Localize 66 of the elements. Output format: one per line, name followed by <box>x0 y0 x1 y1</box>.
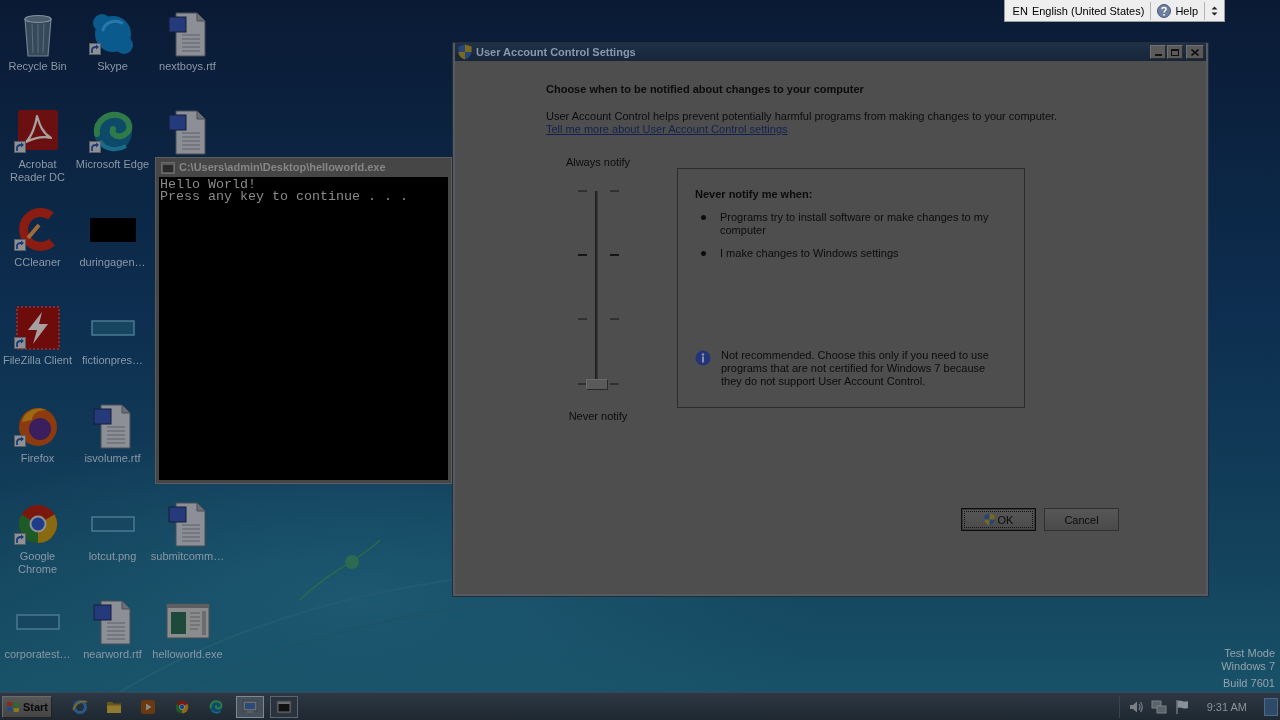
close-button[interactable] <box>1186 45 1204 59</box>
system-notice-text: Build 7601 <box>1223 677 1275 690</box>
window-title: User Account Control Settings <box>476 45 636 59</box>
browser-icon <box>208 698 224 715</box>
panel-heading: Never notify me when: <box>695 188 814 201</box>
console-output-line: Hello World! <box>160 179 256 191</box>
monitor-icon <box>242 698 258 715</box>
image-thumbnail[interactable] <box>89 218 136 242</box>
maximize-icon <box>1171 48 1179 56</box>
language-button[interactable]: EN English (United States) <box>1008 0 1149 21</box>
bullet-text: I make changes to Windows settings <box>720 247 899 260</box>
slider-label: Never notify <box>568 410 628 423</box>
show-desktop-icon[interactable] <box>1264 697 1278 716</box>
desktop-icon-label[interactable]: submitcomm… <box>150 550 225 563</box>
bullet-icon <box>701 251 706 256</box>
info-icon <box>695 350 711 366</box>
console-app-icon <box>161 161 175 174</box>
desktop-icon-label[interactable]: Recycle Bin <box>8 60 67 73</box>
slider-label: Always notify <box>565 156 631 169</box>
maximize-button[interactable] <box>1167 45 1183 59</box>
up-down-arrows-icon <box>1211 4 1218 17</box>
desktop-icon-label[interactable]: lotcut.png <box>88 550 137 563</box>
desktop-icon-label[interactable]: nearword.rtf <box>83 648 142 661</box>
system-notice-text: Windows 7 <box>1221 660 1275 673</box>
desktop-icon-label[interactable]: fictionpres… <box>81 354 144 367</box>
dialog-button[interactable]: Cancel <box>1044 508 1119 531</box>
window-title: C:\Users\admin\Desktop\helloworld.exe <box>179 161 386 174</box>
console-output-line: Press any key to continue . . . <box>160 191 408 203</box>
clock-text[interactable]: 9:31 AM <box>1206 700 1247 713</box>
description-text: User Account Control helps prevent potentially harmful programs from making changes to your computer. <box>546 110 1059 123</box>
desktop-icon-label[interactable]: FileZilla Client <box>2 354 73 367</box>
desktop-icon-label[interactable]: duringagen… <box>79 256 146 269</box>
lightning-bolt-app-icon[interactable] <box>13 304 62 352</box>
minimize-button[interactable] <box>1150 45 1166 59</box>
page-heading: Choose when to be notified about changes to your computer <box>546 82 865 96</box>
desktop-icon-label[interactable]: Acrobat Reader DC <box>0 158 75 184</box>
desktop-icon-label[interactable]: isvolume.rtf <box>84 452 141 465</box>
desktop-icon-label[interactable]: nextboys.rtf <box>159 60 216 73</box>
flag-icon[interactable] <box>1173 698 1190 715</box>
taskbar-button[interactable] <box>270 695 298 718</box>
desktop-icon-label[interactable]: Google Chrome <box>0 550 75 576</box>
network-icon[interactable] <box>1150 698 1167 715</box>
console-app-icon <box>276 698 292 715</box>
desktop-icon-label[interactable]: Microsoft Edge <box>75 158 150 171</box>
bullet-icon <box>701 215 706 220</box>
bullet-text: Programs try to install software or make changes to my computer <box>720 211 990 237</box>
minimize-icon <box>1154 54 1162 56</box>
help-icon <box>1157 3 1172 18</box>
desktop-icon-label[interactable]: CCleaner <box>14 256 61 269</box>
desktop-icon-label[interactable]: corporatest… <box>4 648 71 661</box>
desktop-icon-label[interactable]: helloworld.exe <box>152 648 223 661</box>
shield-icon <box>458 44 472 60</box>
desktop-icon-label[interactable]: Skype <box>97 60 128 73</box>
desktop-icon-label[interactable]: Firefox <box>20 452 55 465</box>
web-browser-icon <box>72 698 88 715</box>
browser-icon <box>174 698 190 715</box>
dialog-button[interactable]: OK <box>961 508 1036 531</box>
blank-file-icon[interactable] <box>90 320 135 336</box>
system-notice-text: Test Mode <box>1224 647 1275 660</box>
start-button[interactable]: Start <box>2 695 52 718</box>
media-player-icon <box>140 698 156 715</box>
close-icon <box>1191 48 1199 56</box>
help-button[interactable]: Help <box>1153 0 1202 21</box>
slider-thumb[interactable] <box>585 378 608 390</box>
windows-flag-icon <box>6 699 20 714</box>
taskbar-button[interactable] <box>236 695 264 718</box>
